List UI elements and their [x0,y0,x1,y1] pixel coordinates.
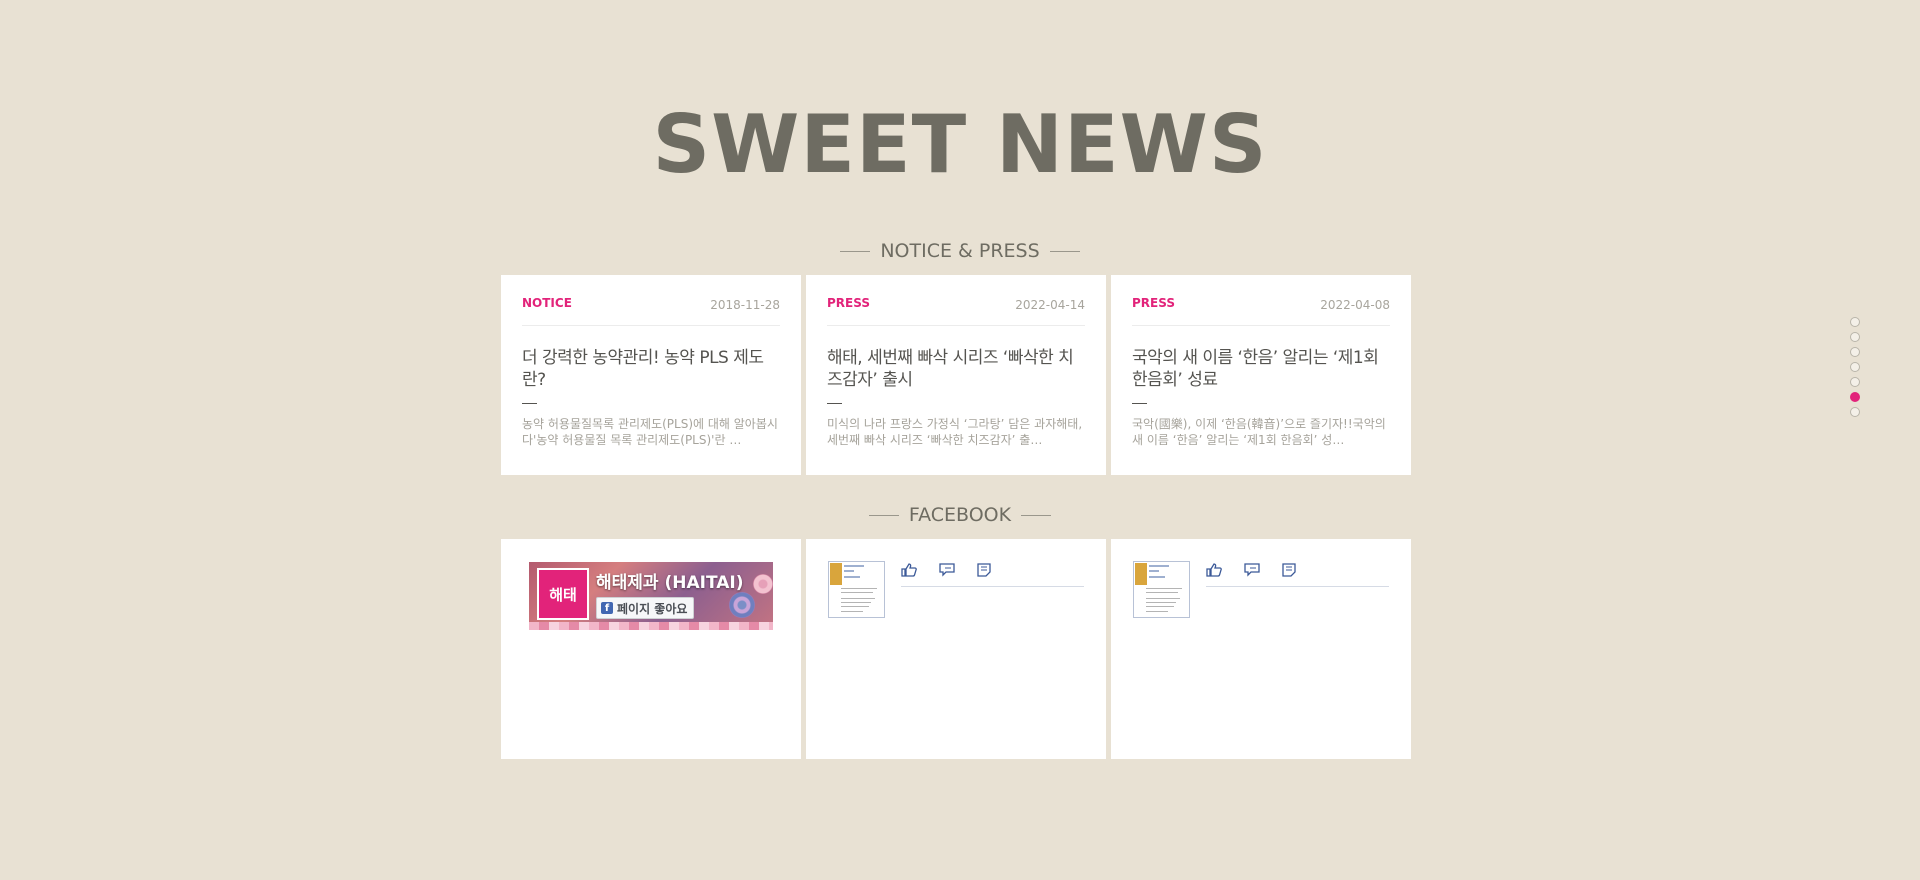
news-title[interactable]: 해태, 세번째 빠삭 시리즈 ‘빠삭한 치즈감자’ 출시 [827,347,1085,391]
facebook-post-thumbnail[interactable] [828,561,885,618]
thumbnail-image [1135,563,1147,585]
heading-line-left [840,250,871,252]
share-icon[interactable] [977,563,991,577]
thumbnail-text-line [844,570,854,572]
notice-press-heading-text: NOTICE & PRESS [880,240,1040,262]
pager-dot[interactable] [1850,317,1860,327]
thumbnail-text-line [841,598,875,599]
news-category: PRESS [827,296,870,310]
like-icon[interactable] [901,563,917,577]
thumbnail-text-line [841,602,871,603]
thumbnail-image [830,563,842,585]
news-cards-row: NOTICE 2018-11-28 더 강력한 농약관리! 농약 PLS 제도란… [501,275,1411,475]
thumbnail-text-line [1146,611,1168,612]
news-card[interactable]: PRESS 2022-04-14 해태, 세번째 빠삭 시리즈 ‘빠삭한 치즈감… [806,275,1106,475]
thumbnail-text-line [1146,588,1182,589]
facebook-post-card [806,539,1106,759]
news-category: NOTICE [522,296,572,310]
comment-icon[interactable] [1244,563,1260,577]
news-date: 2022-04-08 [1320,298,1390,312]
heading-line-left [868,514,899,516]
thumbnail-text-line [841,588,877,589]
heading-line-right [1021,514,1052,516]
thumbnail-text-line [1146,602,1176,603]
news-category: PRESS [1132,296,1175,310]
share-icon[interactable] [1282,563,1296,577]
thumbnail-text-line [844,576,860,578]
thumbnail-text-line [841,611,863,612]
news-title[interactable]: 국악의 새 이름 ‘한음’ 알리는 ‘제1회 한음회’ 성료 [1132,347,1390,391]
news-divider [1132,403,1147,404]
facebook-like-page-button[interactable]: f 페이지 좋아요 [596,597,695,619]
news-card[interactable]: PRESS 2022-04-08 국악의 새 이름 ‘한음’ 알리는 ‘제1회 … [1111,275,1411,475]
news-divider [827,403,842,404]
pager-dot[interactable] [1850,347,1860,357]
facebook-post-actions [901,563,1084,587]
thumbnail-text-line [844,565,864,567]
thumbnail-text-line [1146,606,1174,607]
like-icon[interactable] [1206,563,1222,577]
page-root: SWEET NEWS NOTICE & PRESS NOTICE 2018-11… [0,0,1920,880]
news-excerpt: 농약 허용물질목록 관리제도(PLS)에 대해 알아봅시다'농약 허용물질 목록… [522,417,778,447]
facebook-page-card: 해태 해태제과 (HAITAI) f 페이지 좋아요 [501,539,801,759]
facebook-post-actions [1206,563,1389,587]
thumbnail-text-line [1146,598,1180,599]
heading-line-right [1049,250,1080,252]
thumbnail-text-line [1149,565,1169,567]
pager-dot[interactable] [1850,407,1860,417]
news-date: 2022-04-14 [1015,298,1085,312]
news-divider [522,403,537,404]
pager-dot[interactable] [1850,377,1860,387]
pager-dot[interactable] [1850,362,1860,372]
facebook-icon: f [601,602,613,614]
facebook-post-thumbnail[interactable] [1133,561,1190,618]
banner-strip-decoration [529,622,773,630]
facebook-post-card [1111,539,1411,759]
notice-press-heading: NOTICE & PRESS [0,240,1920,262]
news-excerpt: 미식의 나라 프랑스 가정식 ‘그라탕’ 담은 과자해태, 세번째 빠삭 시리즈… [827,417,1083,447]
banner-candy-decoration [729,592,755,618]
facebook-cards-row: 해태 해태제과 (HAITAI) f 페이지 좋아요 [501,539,1411,759]
news-title[interactable]: 더 강력한 농약관리! 농약 PLS 제도란? [522,347,780,391]
thumbnail-text-line [1146,592,1178,593]
facebook-heading-text: FACEBOOK [908,504,1012,526]
news-excerpt: 국악(國樂), 이제 ‘한음(韓音)’으로 즐기자!!국악의 새 이름 ‘한음’… [1132,417,1386,447]
thumbnail-text-line [841,606,869,607]
pager-dot[interactable] [1850,332,1860,342]
news-card-header: NOTICE 2018-11-28 [522,275,780,326]
news-card-header: PRESS 2022-04-08 [1132,275,1390,326]
section-pager [1850,317,1862,422]
haitai-logo[interactable]: 해태 [537,568,589,620]
page-title: SWEET NEWS [652,98,1268,191]
comment-icon[interactable] [939,563,955,577]
facebook-page-name[interactable]: 해태제과 (HAITAI) [596,568,744,593]
pager-dot-active[interactable] [1850,392,1860,402]
thumbnail-text-line [1149,570,1159,572]
facebook-page-banner[interactable]: 해태 해태제과 (HAITAI) f 페이지 좋아요 [529,562,773,630]
news-date: 2018-11-28 [710,298,780,312]
facebook-like-label: 페이지 좋아요 [617,601,688,616]
facebook-heading: FACEBOOK [0,504,1920,526]
news-card[interactable]: NOTICE 2018-11-28 더 강력한 농약관리! 농약 PLS 제도란… [501,275,801,475]
thumbnail-text-line [841,592,873,593]
news-card-header: PRESS 2022-04-14 [827,275,1085,326]
thumbnail-text-line [1149,576,1165,578]
banner-candy-decoration [753,574,773,594]
